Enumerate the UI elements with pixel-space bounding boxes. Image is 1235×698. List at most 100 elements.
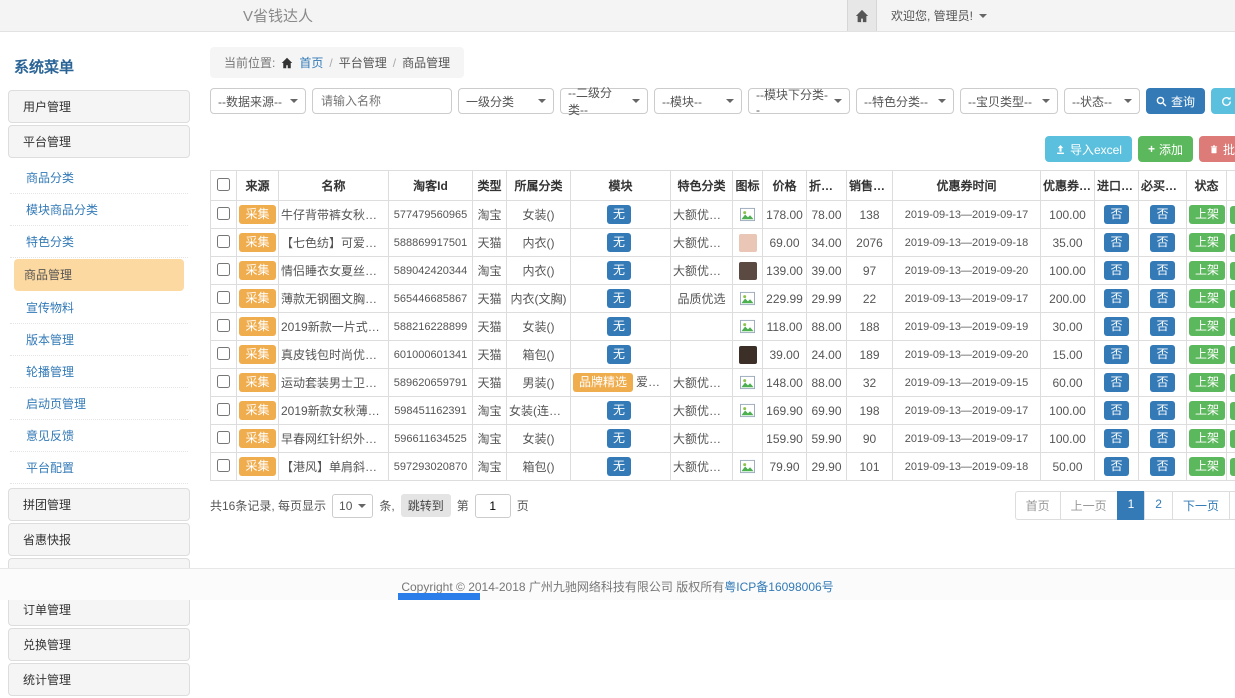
feature-filter[interactable]: --特色分类-- — [856, 88, 954, 114]
edit-button[interactable] — [1230, 262, 1235, 280]
page-button-2[interactable]: 2 — [1144, 491, 1173, 520]
imported-badge[interactable]: 否 — [1104, 205, 1128, 224]
imported-badge[interactable]: 否 — [1104, 373, 1128, 392]
status-badge[interactable]: 上架 — [1189, 289, 1225, 308]
select-all-checkbox[interactable] — [217, 178, 230, 191]
must-buy-badge[interactable]: 否 — [1150, 373, 1174, 392]
edit-button[interactable] — [1230, 402, 1235, 420]
edit-button[interactable] — [1230, 290, 1235, 308]
item-type-filter[interactable]: --宝贝类型-- — [960, 88, 1058, 114]
must-buy-badge[interactable]: 否 — [1150, 429, 1174, 448]
sidebar-item-platform-mgmt[interactable]: 平台管理 — [8, 125, 190, 158]
must-buy-badge[interactable]: 否 — [1150, 457, 1174, 476]
edit-button[interactable] — [1230, 318, 1235, 336]
module-badge[interactable]: 品牌精选 — [573, 373, 633, 392]
page-button-1[interactable]: 1 — [1117, 491, 1146, 520]
must-buy-badge[interactable]: 否 — [1150, 289, 1174, 308]
user-menu[interactable]: 欢迎您, 管理员! — [891, 7, 987, 24]
submenu-item-product-mgmt[interactable]: 商品管理 — [14, 259, 184, 291]
row-checkbox[interactable] — [217, 403, 230, 416]
breadcrumb-home-link[interactable]: 首页 — [299, 54, 323, 71]
row-checkbox[interactable] — [217, 375, 230, 388]
submenu-item-carousel-mgmt[interactable]: 轮播管理 — [10, 356, 188, 388]
submenu-item-platform-config[interactable]: 平台配置 — [10, 452, 188, 484]
edit-button[interactable] — [1230, 374, 1235, 392]
status-badge[interactable]: 上架 — [1189, 205, 1225, 224]
module-badge[interactable]: 无 — [607, 289, 631, 308]
module-badge[interactable]: 无 — [607, 205, 631, 224]
row-checkbox[interactable] — [217, 291, 230, 304]
row-checkbox[interactable] — [217, 347, 230, 360]
status-badge[interactable]: 上架 — [1189, 261, 1225, 280]
imported-badge[interactable]: 否 — [1104, 317, 1128, 336]
reset-button[interactable]: 重置 — [1211, 88, 1235, 114]
module-badge[interactable]: 无 — [607, 233, 631, 252]
module-filter[interactable]: --模块-- — [654, 88, 742, 114]
sidebar-item-user-mgmt[interactable]: 用户管理 — [8, 90, 190, 123]
module-badge[interactable]: 无 — [607, 317, 631, 336]
imported-badge[interactable]: 否 — [1104, 345, 1128, 364]
source-filter[interactable]: --数据来源-- — [210, 88, 306, 114]
submenu-item-feature-category[interactable]: 特色分类 — [10, 226, 188, 258]
submenu-item-feedback[interactable]: 意见反馈 — [10, 420, 188, 452]
prev-page-button[interactable]: 上一页 — [1060, 491, 1118, 520]
imported-badge[interactable]: 否 — [1104, 429, 1128, 448]
category2-filter[interactable]: --二级分类-- — [560, 88, 648, 114]
submenu-item-version-mgmt[interactable]: 版本管理 — [10, 324, 188, 356]
must-buy-badge[interactable]: 否 — [1150, 205, 1174, 224]
sidebar-item-statistics-mgmt[interactable]: 统计管理 — [8, 663, 190, 696]
imported-badge[interactable]: 否 — [1104, 261, 1128, 280]
status-badge[interactable]: 上架 — [1189, 233, 1225, 252]
must-buy-badge[interactable]: 否 — [1150, 401, 1174, 420]
last-page-button[interactable]: 末页 — [1229, 491, 1235, 520]
module-badge[interactable]: 无 — [607, 429, 631, 448]
row-checkbox[interactable] — [217, 207, 230, 220]
module-badge[interactable]: 无 — [607, 261, 631, 280]
add-button[interactable]: + 添加 — [1138, 136, 1193, 162]
import-excel-button[interactable]: 导入excel — [1045, 136, 1132, 162]
row-checkbox[interactable] — [217, 431, 230, 444]
must-buy-badge[interactable]: 否 — [1150, 261, 1174, 280]
must-buy-badge[interactable]: 否 — [1150, 317, 1174, 336]
imported-badge[interactable]: 否 — [1104, 457, 1128, 476]
batch-delete-button[interactable]: 批量删除 — [1199, 136, 1235, 162]
must-buy-badge[interactable]: 否 — [1150, 345, 1174, 364]
must-buy-badge[interactable]: 否 — [1150, 233, 1174, 252]
imported-badge[interactable]: 否 — [1104, 401, 1128, 420]
module-badge[interactable]: 无 — [607, 345, 631, 364]
first-page-button[interactable]: 首页 — [1015, 491, 1061, 520]
sidebar-item-exchange-mgmt[interactable]: 兑换管理 — [8, 628, 190, 661]
row-checkbox[interactable] — [217, 319, 230, 332]
edit-button[interactable] — [1230, 458, 1235, 476]
row-checkbox[interactable] — [217, 263, 230, 276]
module-badge[interactable]: 无 — [607, 401, 631, 420]
status-badge[interactable]: 上架 — [1189, 373, 1225, 392]
imported-badge[interactable]: 否 — [1104, 233, 1128, 252]
sidebar-item-group-buy-mgmt[interactable]: 拼团管理 — [8, 488, 190, 521]
sidebar-item-province-news[interactable]: 省惠快报 — [8, 523, 190, 556]
submenu-item-promo-material[interactable]: 宣传物料 — [10, 292, 188, 324]
icp-link[interactable]: 粤ICP备16098006号 — [724, 580, 833, 594]
submenu-item-product-category[interactable]: 商品分类 — [10, 162, 188, 194]
status-badge[interactable]: 上架 — [1189, 457, 1225, 476]
edit-button[interactable] — [1230, 346, 1235, 364]
status-badge[interactable]: 上架 — [1189, 317, 1225, 336]
name-input[interactable] — [312, 88, 452, 114]
category1-filter[interactable]: 一级分类 — [458, 88, 554, 114]
row-checkbox[interactable] — [217, 459, 230, 472]
page-number-input[interactable] — [475, 494, 511, 518]
jump-button[interactable]: 跳转到 — [401, 494, 451, 517]
per-page-select[interactable]: 10 — [332, 494, 373, 518]
module-sub-filter[interactable]: --模块下分类-- — [748, 88, 850, 114]
row-checkbox[interactable] — [217, 235, 230, 248]
edit-button[interactable] — [1230, 234, 1235, 252]
status-badge[interactable]: 上架 — [1189, 401, 1225, 420]
submenu-item-module-product-category[interactable]: 模块商品分类 — [10, 194, 188, 226]
edit-button[interactable] — [1230, 206, 1235, 224]
next-page-button[interactable]: 下一页 — [1172, 491, 1230, 520]
search-button[interactable]: 查询 — [1146, 88, 1205, 114]
imported-badge[interactable]: 否 — [1104, 289, 1128, 308]
home-button[interactable] — [847, 0, 877, 31]
status-filter[interactable]: --状态-- — [1064, 88, 1140, 114]
submenu-item-splash-mgmt[interactable]: 启动页管理 — [10, 388, 188, 420]
